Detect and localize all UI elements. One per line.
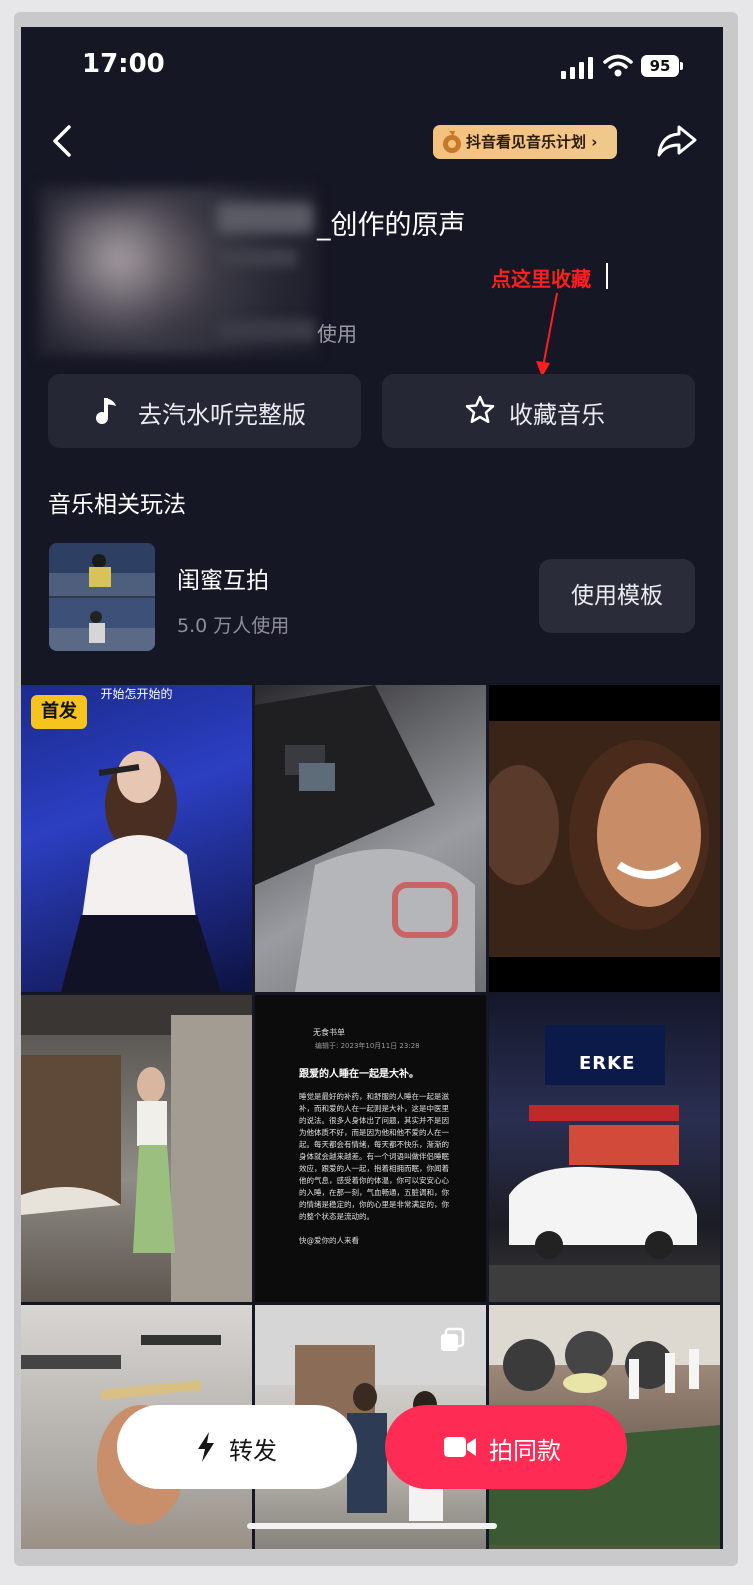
video-thumbnail[interactable]: ERKE [489,995,720,1302]
text-cursor [606,263,608,289]
battery-tip [680,62,683,70]
favorite-music-label: 收藏音乐 [509,401,605,429]
share-icon[interactable] [655,121,699,161]
template-thumbnail[interactable] [49,543,155,651]
video-thumbnail[interactable] [489,685,720,992]
repost-button[interactable]: 转发 [117,1405,357,1489]
home-indicator[interactable] [247,1523,497,1529]
phone-screen: 17:00 95 抖音看见音乐计划 › _创作的原声 使用 点这里收藏 去汽水听… [21,27,723,1549]
repost-label: 转发 [229,1437,277,1465]
status-bar: 17:00 95 [21,27,723,107]
music-note-icon [96,398,116,424]
use-template-button[interactable]: 使用模板 [539,559,695,633]
related-section-title: 音乐相关玩法 [48,492,186,518]
promo-label: 抖音看见音乐计划 › [466,133,598,151]
blurred-usage-count [217,319,315,341]
music-title: _创作的原声 [317,210,466,241]
battery-level: 95 [641,55,679,77]
document-body: 睡觉是最好的补药，和舒服的人睡在一起是滋补，而和爱的人在一起则是大补，这是中医里… [299,1092,449,1221]
listen-full-version-button[interactable]: 去汽水听完整版 [48,374,361,448]
document-date: 编辑于: 2023年10月11日 23:28 [315,1042,420,1050]
storefront-sign: ERKE [579,1053,636,1074]
music-cover-subject [57,207,177,337]
blurred-author-link [217,249,297,267]
shoot-same-button[interactable]: 拍同款 [385,1405,627,1489]
favorite-music-button[interactable]: 收藏音乐 [382,374,695,448]
music-usage: 使用 [317,322,357,346]
music-plan-promo-button[interactable]: 抖音看见音乐计划 › [433,125,617,159]
template-name[interactable]: 闺蜜互拍 [177,561,269,595]
star-icon [465,395,495,424]
status-time: 17:00 [82,49,165,79]
video-thumbnail[interactable]: 开始怎开始的 首发 [21,685,252,992]
annotation-arrow-icon [536,292,558,377]
wifi-icon [603,54,633,77]
document-heading: 跟爱的人睡在一起是大补。 [299,1069,419,1080]
document-footer: 快@爱你的人来看 [299,1236,359,1245]
cellular-signal-icon [561,57,593,79]
video-thumbnail[interactable]: 无食书单 编辑于: 2023年10月11日 23:28 跟爱的人睡在一起是大补。… [255,995,486,1302]
multi-image-icon [441,1327,465,1351]
blurred-author-name [217,203,313,233]
music-plan-icon [443,131,461,153]
back-arrow-icon[interactable] [47,121,77,161]
first-release-badge: 首发 [31,695,87,729]
video-thumbnail[interactable] [21,995,252,1302]
video-camera-icon [444,1437,476,1457]
video-thumbnail[interactable] [255,685,486,992]
template-usage: 5.0 万人使用 [177,615,290,637]
document-title: 无食书单 [313,1028,345,1037]
listen-full-version-label: 去汽水听完整版 [138,401,306,429]
lightning-icon [198,1432,214,1462]
shoot-same-label: 拍同款 [489,1437,561,1465]
annotation-text: 点这里收藏 [491,267,591,291]
